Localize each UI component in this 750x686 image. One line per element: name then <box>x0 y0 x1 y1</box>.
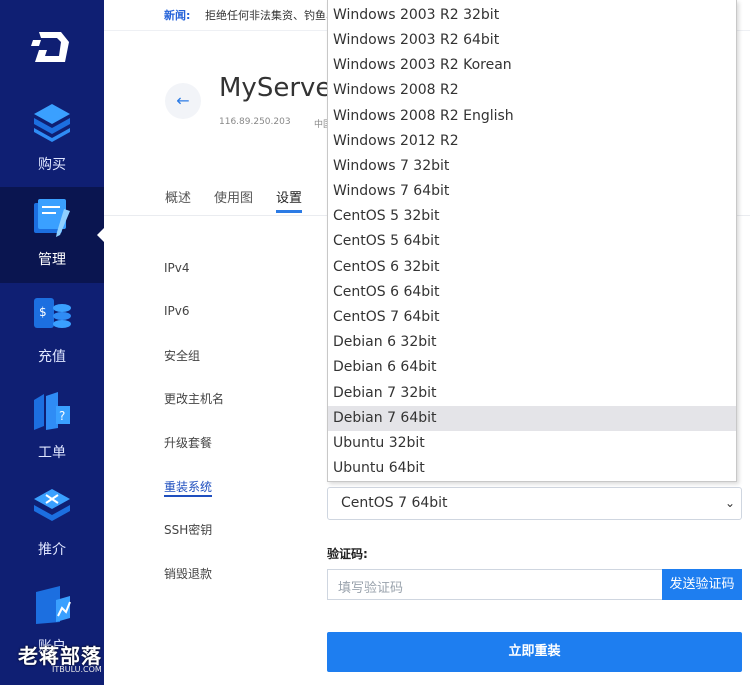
os-dropdown-list[interactable]: Windows 2003 R2 32bit Windows 2003 R2 64… <box>327 0 737 482</box>
os-option[interactable]: Windows 2003 R2 64bit <box>328 28 736 53</box>
menu-upgrade-plan[interactable]: 升级套餐 <box>164 434 212 451</box>
watermark-sub: ITBULU.COM <box>52 665 102 674</box>
os-option[interactable]: Windows 2012 R2 <box>328 129 736 154</box>
coins-icon: $ <box>34 298 71 328</box>
arrow-left-icon: ← <box>176 91 190 110</box>
os-option-highlighted[interactable]: Debian 7 64bit <box>328 406 736 431</box>
account-icon <box>36 586 71 624</box>
notice-text[interactable]: 拒绝任何非法集资、钓鱼、 <box>205 7 337 23</box>
referral-icon <box>34 489 70 521</box>
tab-usage[interactable]: 使用图 <box>214 187 253 206</box>
os-option[interactable]: Debian 7 32bit <box>328 381 736 406</box>
tab-overview[interactable]: 概述 <box>165 187 191 206</box>
nav-label-ticket: 工单 <box>38 445 66 461</box>
nav-label-manage: 管理 <box>38 252 66 268</box>
menu-reinstall-os[interactable]: 重装系统 <box>164 478 212 495</box>
reinstall-now-button[interactable]: 立即重装 <box>327 632 742 672</box>
os-select-value: CentOS 7 64bit <box>341 495 448 511</box>
nav-item-ticket[interactable]: ? 工单 <box>0 380 104 476</box>
os-option[interactable]: Windows 7 32bit <box>328 154 736 179</box>
server-name: MyServer <box>219 73 343 103</box>
logo-icon[interactable] <box>31 28 71 66</box>
sidebar: 购买 管理 $ 充值 ? 工单 推介 账户 <box>0 0 105 685</box>
nav-item-buy[interactable]: 购买 <box>0 92 104 188</box>
os-option[interactable]: CentOS 6 64bit <box>328 280 736 305</box>
menu-ipv6[interactable]: IPv6 <box>164 304 190 318</box>
nav-label-buy: 购买 <box>38 157 66 173</box>
nav-item-referral[interactable]: 推介 <box>0 477 104 573</box>
svg-text:?: ? <box>59 409 65 423</box>
svg-text:$: $ <box>39 305 47 319</box>
chevron-down-icon: ⌄ <box>724 496 735 510</box>
tab-active-underline <box>276 210 302 213</box>
os-option[interactable]: Ubuntu 64bit <box>328 456 736 481</box>
os-option[interactable]: CentOS 5 32bit <box>328 204 736 229</box>
os-option[interactable]: Windows 2008 R2 English <box>328 104 736 129</box>
tab-settings[interactable]: 设置 <box>276 187 302 206</box>
os-option[interactable]: Debian 6 32bit <box>328 330 736 355</box>
menu-active-underline <box>164 495 212 497</box>
nav-label-recharge: 充值 <box>38 349 66 365</box>
os-option[interactable]: Windows 2003 R2 Korean <box>328 53 736 78</box>
ticket-icon: ? <box>34 392 70 430</box>
manage-icon <box>34 199 70 237</box>
os-option[interactable]: CentOS 5 64bit <box>328 229 736 254</box>
notice-label: 新闻: <box>164 9 191 22</box>
menu-security-group[interactable]: 安全组 <box>164 347 200 364</box>
os-option[interactable]: CentOS 7 64bit <box>328 305 736 330</box>
menu-ssh-keys[interactable]: SSH密钥 <box>164 521 212 538</box>
captcha-placeholder: 填写验证码 <box>338 581 404 596</box>
nav-item-recharge[interactable]: $ 充值 <box>0 284 104 380</box>
os-option[interactable]: Ubuntu 32bit <box>328 431 736 456</box>
server-ip: 116.89.250.203 <box>219 117 291 127</box>
os-option[interactable]: Debian 6 64bit <box>328 355 736 380</box>
captcha-label: 验证码: <box>327 547 368 561</box>
nav-item-manage[interactable]: 管理 <box>0 187 105 283</box>
menu-change-hostname[interactable]: 更改主机名 <box>164 390 224 407</box>
os-option[interactable]: Windows 2008 R2 <box>328 78 736 103</box>
menu-ipv4[interactable]: IPv4 <box>164 261 190 275</box>
back-button[interactable]: ← <box>165 83 201 119</box>
os-option[interactable]: Windows 2003 R2 32bit <box>328 3 736 28</box>
os-option[interactable]: Windows 7 64bit <box>328 179 736 204</box>
nav-label-referral: 推介 <box>38 542 66 558</box>
send-captcha-button[interactable]: 发送验证码 <box>662 569 742 600</box>
os-select[interactable]: CentOS 7 64bit ⌄ <box>327 487 742 520</box>
captcha-input[interactable]: 填写验证码 <box>327 569 663 600</box>
cube-icon <box>34 104 70 142</box>
os-option[interactable]: CentOS 6 32bit <box>328 255 736 280</box>
menu-destroy-refund[interactable]: 销毁退款 <box>164 565 212 582</box>
